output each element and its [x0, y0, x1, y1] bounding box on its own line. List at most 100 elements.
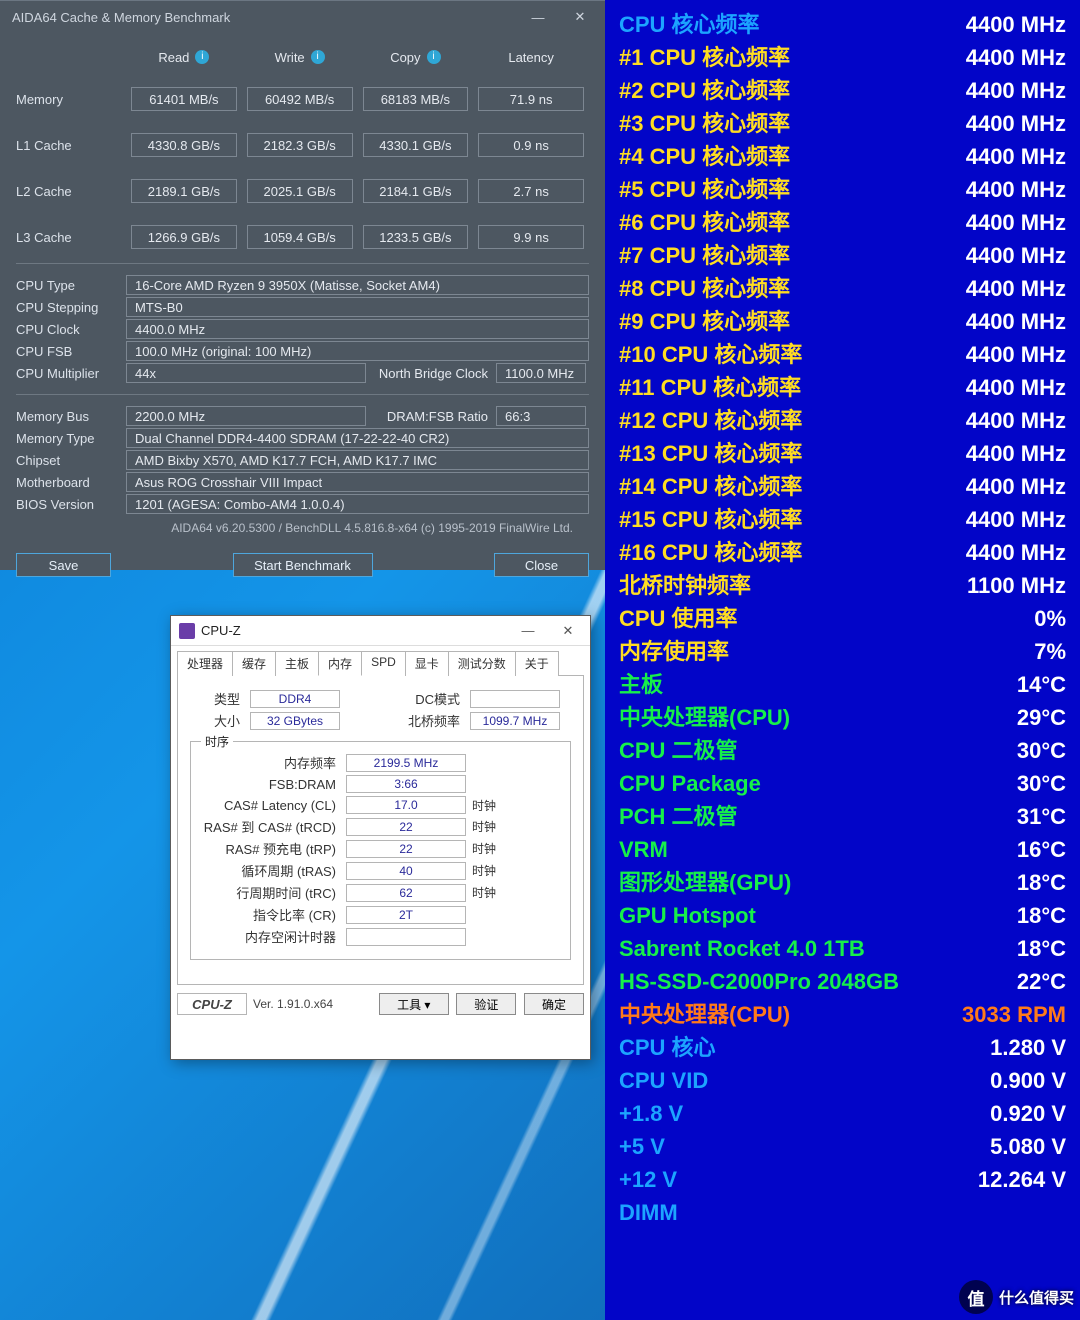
minimize-icon[interactable]: —: [517, 3, 559, 31]
kv-row: CPU Multiplier44xNorth Bridge Clock1100.…: [16, 362, 589, 384]
timing-row: 内存空闲计时器: [201, 927, 560, 946]
cell-read[interactable]: 2189.1 GB/s: [131, 179, 237, 203]
col-copy: Copy: [390, 50, 420, 65]
kv-row: CPU Type16-Core AMD Ryzen 9 3950X (Matis…: [16, 274, 589, 296]
monitor-panel: CPU 核心频率4400 MHz#1 CPU 核心频率4400 MHz#2 CP…: [605, 0, 1080, 1320]
monitor-row: Sabrent Rocket 4.0 1TB18°C: [619, 932, 1066, 965]
aida-window: AIDA64 Cache & Memory Benchmark — ✕ Read…: [0, 0, 605, 570]
aida-title: AIDA64 Cache & Memory Benchmark: [12, 10, 517, 25]
monitor-row: #2 CPU 核心频率4400 MHz: [619, 74, 1066, 107]
cell-write[interactable]: 2025.1 GB/s: [247, 179, 353, 203]
close-button[interactable]: Close: [494, 553, 589, 577]
minimize-icon[interactable]: —: [508, 618, 548, 644]
info-icon[interactable]: i: [311, 50, 325, 64]
cell-copy[interactable]: 4330.1 GB/s: [363, 133, 469, 157]
kv-row: Memory Bus2200.0 MHzDRAM:FSB Ratio66:3: [16, 405, 589, 427]
label-dcmode: DC模式: [400, 689, 470, 708]
save-button[interactable]: Save: [16, 553, 111, 577]
value-dcmode: [470, 690, 560, 708]
cell-copy[interactable]: 2184.1 GB/s: [363, 179, 469, 203]
monitor-row: #4 CPU 核心频率4400 MHz: [619, 140, 1066, 173]
timing-row: RAS# 到 CAS# (tRCD) 22 时钟: [201, 817, 560, 836]
row-label: L2 Cache: [16, 184, 126, 199]
kv-row: Memory TypeDual Channel DDR4-4400 SDRAM …: [16, 427, 589, 449]
monitor-row: #11 CPU 核心频率4400 MHz: [619, 371, 1066, 404]
tab-显卡[interactable]: 显卡: [405, 651, 449, 676]
tab-主板[interactable]: 主板: [275, 651, 319, 676]
cpuz-version: Ver. 1.91.0.x64: [253, 997, 333, 1011]
tab-缓存[interactable]: 缓存: [232, 651, 276, 676]
aida-row: Memory 61401 MB/s 60492 MB/s 68183 MB/s …: [16, 83, 589, 115]
monitor-row: +5 V5.080 V: [619, 1130, 1066, 1163]
label-type: 类型: [190, 689, 250, 708]
cpuz-icon: [179, 623, 195, 639]
cell-read[interactable]: 1266.9 GB/s: [131, 225, 237, 249]
close-icon[interactable]: ✕: [559, 3, 601, 31]
tab-内存[interactable]: 内存: [318, 651, 362, 676]
value-size: 32 GBytes: [250, 712, 340, 730]
monitor-row: +1.8 V0.920 V: [619, 1097, 1066, 1130]
monitor-row: CPU 使用率0%: [619, 602, 1066, 635]
verify-button[interactable]: 验证: [456, 993, 516, 1015]
monitor-row: #8 CPU 核心频率4400 MHz: [619, 272, 1066, 305]
monitor-row: #12 CPU 核心频率4400 MHz: [619, 404, 1066, 437]
kv-row: CPU Clock4400.0 MHz: [16, 318, 589, 340]
aida-footer: AIDA64 v6.20.5300 / BenchDLL 4.5.816.8-x…: [16, 515, 589, 545]
monitor-row: 北桥时钟频率1100 MHz: [619, 569, 1066, 602]
tab-处理器[interactable]: 处理器: [177, 651, 233, 676]
cell-write[interactable]: 1059.4 GB/s: [247, 225, 353, 249]
row-label: L1 Cache: [16, 138, 126, 153]
monitor-row: GPU Hotspot18°C: [619, 899, 1066, 932]
monitor-row: #10 CPU 核心频率4400 MHz: [619, 338, 1066, 371]
timing-row: 循环周期 (tRAS) 40 时钟: [201, 861, 560, 880]
kv-row: ChipsetAMD Bixby X570, AMD K17.7 FCH, AM…: [16, 449, 589, 471]
cell-read[interactable]: 4330.8 GB/s: [131, 133, 237, 157]
monitor-row: DIMM: [619, 1196, 1066, 1229]
monitor-row: CPU 核心1.280 V: [619, 1031, 1066, 1064]
monitor-row: CPU 二极管30°C: [619, 734, 1066, 767]
tab-关于[interactable]: 关于: [515, 651, 559, 676]
monitor-row: #14 CPU 核心频率4400 MHz: [619, 470, 1066, 503]
aida-row: L3 Cache 1266.9 GB/s 1059.4 GB/s 1233.5 …: [16, 221, 589, 253]
cpuz-title: CPU-Z: [201, 623, 508, 638]
timing-row: 行周期时间 (tRC) 62 时钟: [201, 883, 560, 902]
timings-group: 时序 内存频率 2199.5 MHz FSB:DRAM 3:66 CAS# La…: [190, 741, 571, 960]
info-icon[interactable]: i: [427, 50, 441, 64]
monitor-row: 中央处理器(CPU)3033 RPM: [619, 998, 1066, 1031]
monitor-row: CPU VID0.900 V: [619, 1064, 1066, 1097]
cell-read[interactable]: 61401 MB/s: [131, 87, 237, 111]
tab-测试分数[interactable]: 测试分数: [448, 651, 516, 676]
value-nbfreq: 1099.7 MHz: [470, 712, 560, 730]
corner-badge: 值 什么值得买: [959, 1280, 1074, 1314]
monitor-row: #6 CPU 核心频率4400 MHz: [619, 206, 1066, 239]
tab-SPD[interactable]: SPD: [361, 651, 406, 676]
cell-latency[interactable]: 0.9 ns: [478, 133, 584, 157]
monitor-row: #9 CPU 核心频率4400 MHz: [619, 305, 1066, 338]
ok-button[interactable]: 确定: [524, 993, 584, 1015]
kv-row: BIOS Version1201 (AGESA: Combo-AM4 1.0.0…: [16, 493, 589, 515]
cell-write[interactable]: 60492 MB/s: [247, 87, 353, 111]
tools-button[interactable]: 工具 ▾: [379, 993, 449, 1015]
cpuz-window: CPU-Z — ✕ 处理器缓存主板内存SPD显卡测试分数关于 类型DDR4 大小…: [170, 615, 591, 1060]
aida-titlebar[interactable]: AIDA64 Cache & Memory Benchmark — ✕: [0, 1, 605, 33]
col-read: Read: [158, 50, 189, 65]
close-icon[interactable]: ✕: [548, 618, 588, 644]
cell-copy[interactable]: 68183 MB/s: [363, 87, 469, 111]
monitor-row: 图形处理器(GPU)18°C: [619, 866, 1066, 899]
cell-write[interactable]: 2182.3 GB/s: [247, 133, 353, 157]
label-nbfreq: 北桥频率: [400, 711, 470, 730]
start-benchmark-button[interactable]: Start Benchmark: [233, 553, 373, 577]
cell-latency[interactable]: 2.7 ns: [478, 179, 584, 203]
label-size: 大小: [190, 711, 250, 730]
monitor-row: #5 CPU 核心频率4400 MHz: [619, 173, 1066, 206]
cell-latency[interactable]: 71.9 ns: [478, 87, 584, 111]
monitor-row: 中央处理器(CPU)29°C: [619, 701, 1066, 734]
monitor-row: PCH 二极管31°C: [619, 800, 1066, 833]
cell-latency[interactable]: 9.9 ns: [478, 225, 584, 249]
row-label: Memory: [16, 92, 126, 107]
cpuz-titlebar[interactable]: CPU-Z — ✕: [171, 616, 590, 646]
cell-copy[interactable]: 1233.5 GB/s: [363, 225, 469, 249]
group-title: 时序: [201, 733, 233, 750]
info-icon[interactable]: i: [195, 50, 209, 64]
aida-header-row: Readi Writei Copyi Latency: [16, 37, 589, 77]
